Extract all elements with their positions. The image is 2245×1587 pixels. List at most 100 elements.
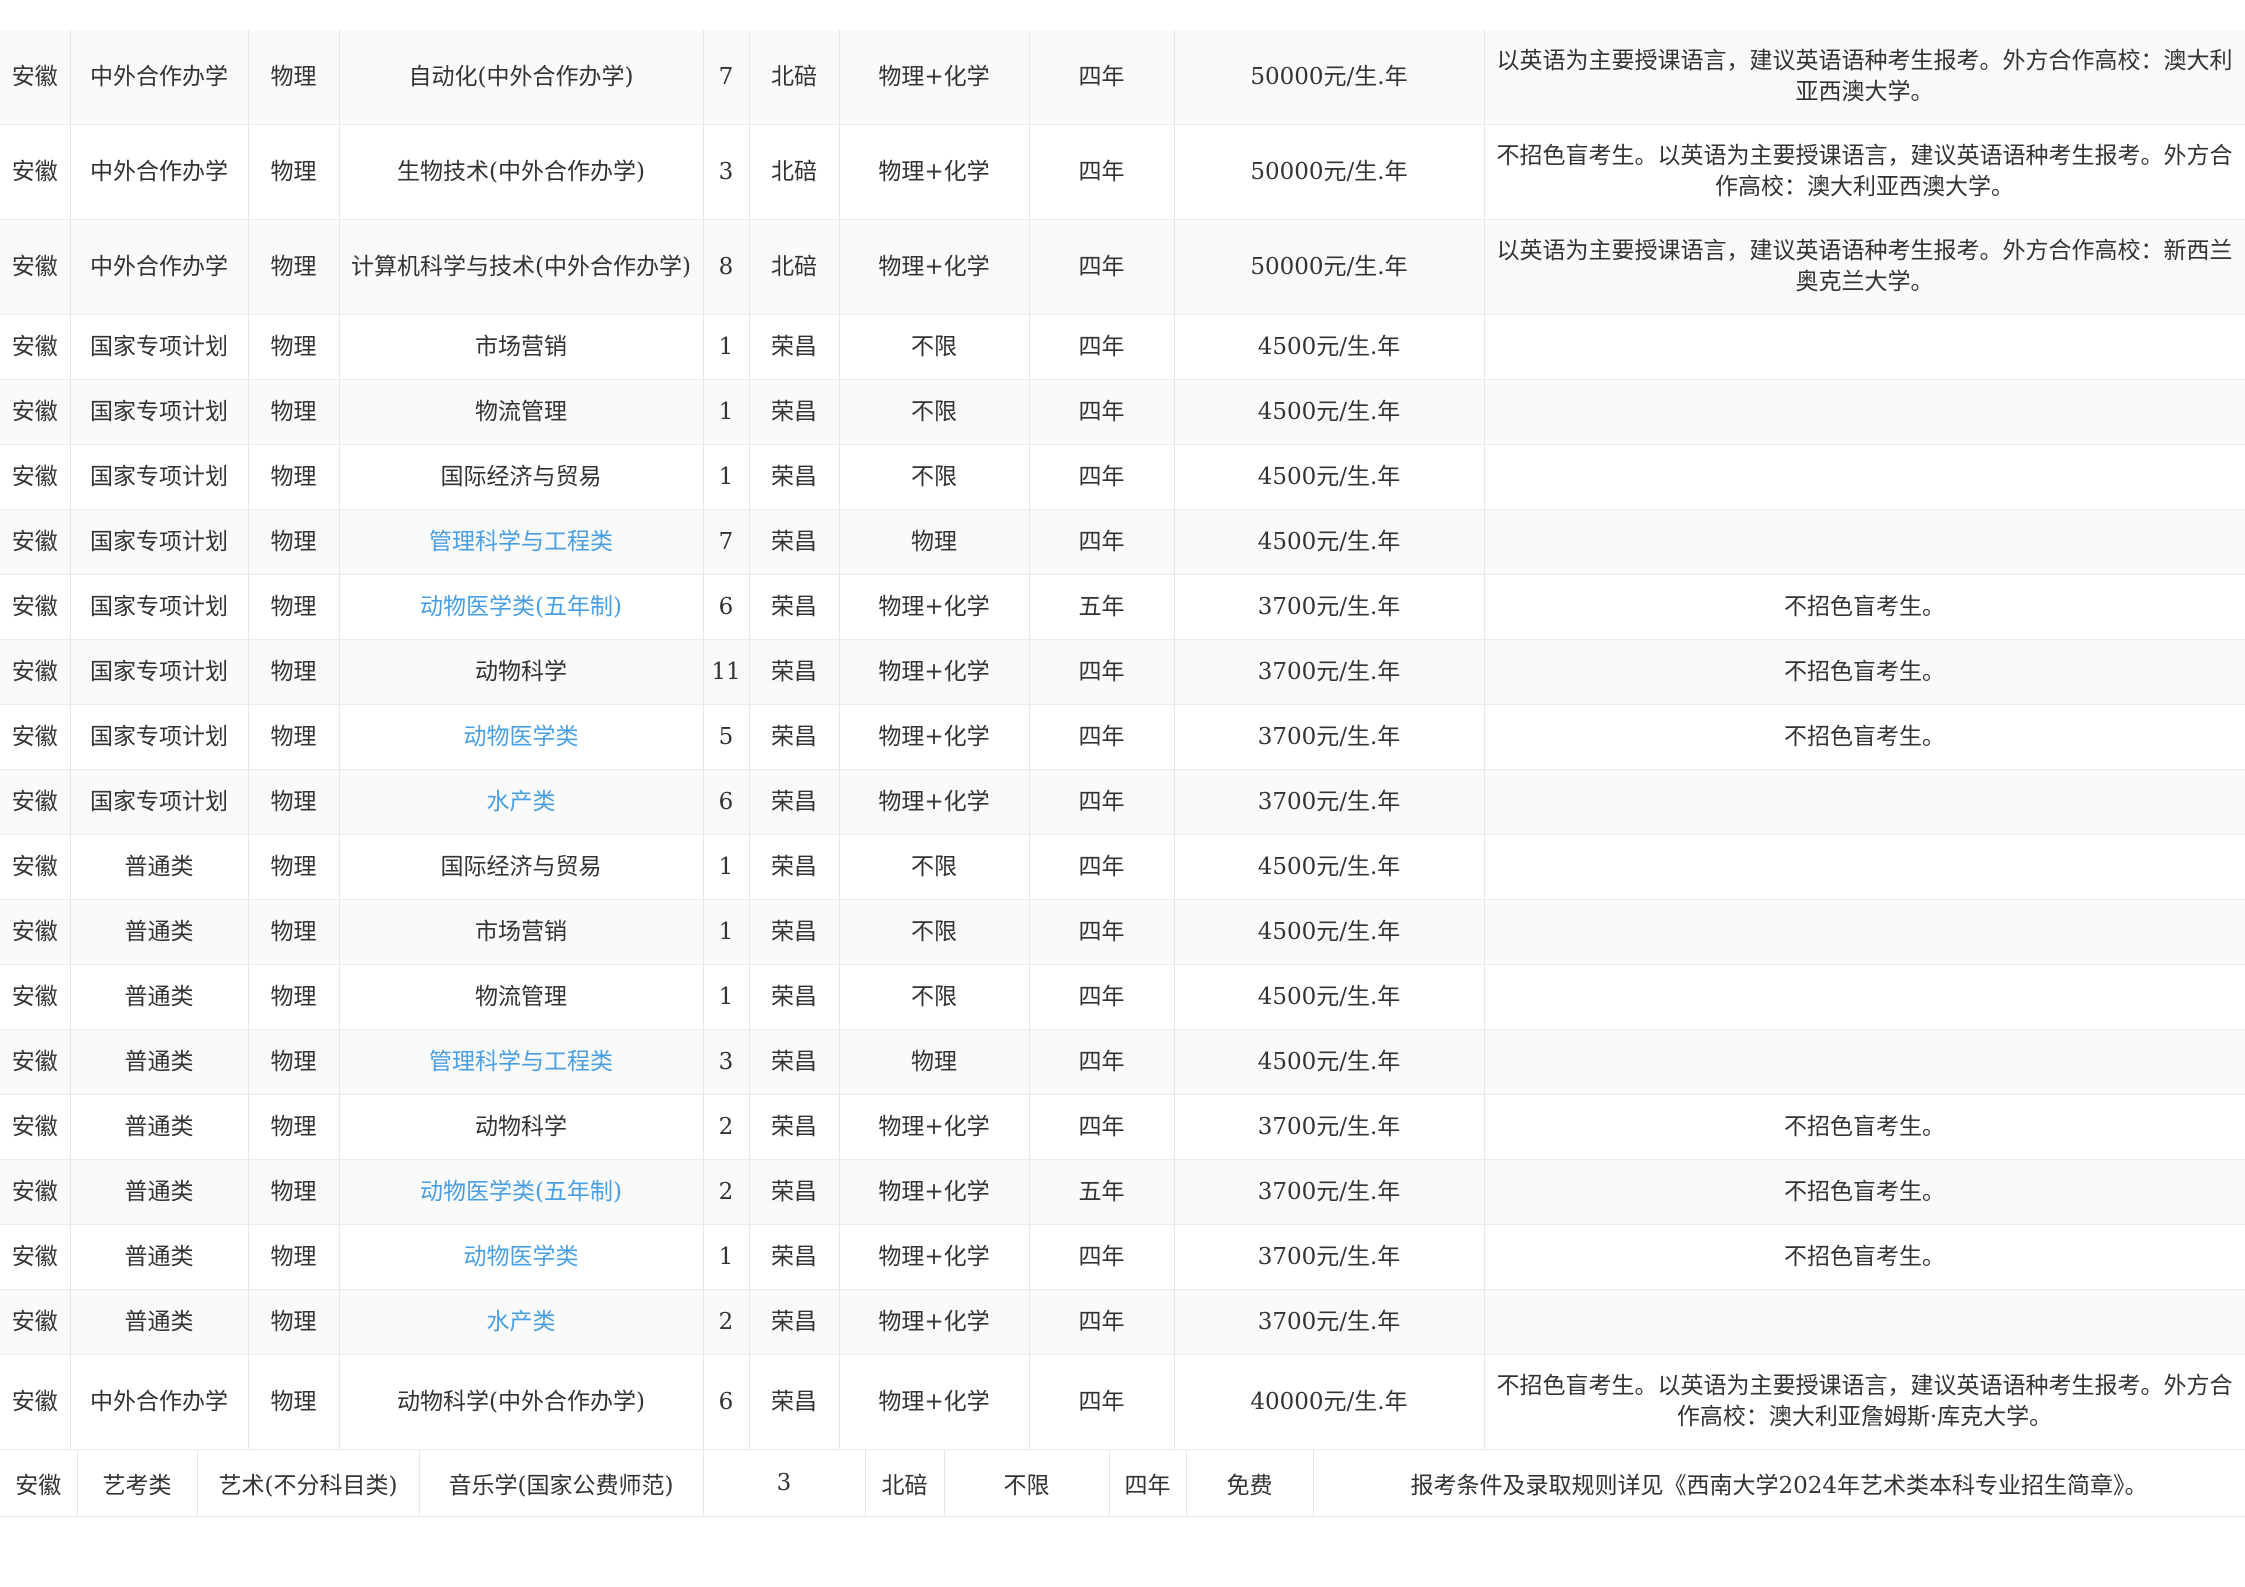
fee-cell: 4500元/生.年: [1174, 444, 1485, 510]
major-cell[interactable]: 动物医学类: [339, 704, 704, 770]
duration-cell: 四年: [1029, 509, 1175, 575]
note-cell: 以英语为主要授课语言，建议英语语种考生报考。外方合作高校：新西兰奥克兰大学。: [1484, 219, 2245, 315]
table-row: 安徽 普通类 物理 国际经济与贸易 1 荣昌 不限 四年 4500元/生.年: [0, 834, 2245, 900]
admission-plan-page: 安徽 中外合作办学 物理 自动化(中外合作办学) 7 北碚 物理+化学 四年 50000元/生.…: [0, 30, 2245, 1517]
duration-cell: 四年: [1029, 1289, 1175, 1355]
major-link[interactable]: 动物医学类(五年制): [420, 594, 622, 620]
category-cell: 普通类: [70, 1224, 249, 1290]
note-cell: 不招色盲考生。: [1484, 1094, 2245, 1160]
province-cell: 安徽: [0, 314, 71, 380]
major-link[interactable]: 动物医学类: [464, 1244, 579, 1270]
duration-cell: 四年: [1029, 899, 1175, 965]
duration-cell: 五年: [1029, 574, 1175, 640]
art-subject: 艺术(不分科目类): [197, 1450, 420, 1517]
note-cell: [1484, 314, 2245, 380]
major-link[interactable]: 水产类: [487, 1309, 556, 1335]
province-cell: 安徽: [0, 124, 71, 220]
note-cell: [1484, 1289, 2245, 1355]
table-row: 安徽 中外合作办学 物理 动物科学(中外合作办学) 6 荣昌 物理+化学 四年 40000元/生…: [0, 1354, 2245, 1450]
category-cell: 普通类: [70, 1029, 249, 1095]
province-cell: 安徽: [0, 964, 71, 1030]
art-province: 安徽: [0, 1450, 78, 1517]
table-row: 安徽 普通类 物理 物流管理 1 荣昌 不限 四年 4500元/生.年: [0, 964, 2245, 1030]
major-cell: 自动化(中外合作办学): [339, 30, 704, 125]
major-link[interactable]: 管理科学与工程类: [429, 529, 613, 555]
province-cell: 安徽: [0, 1289, 71, 1355]
fee-cell: 50000元/生.年: [1174, 124, 1485, 220]
subject-cell: 物理: [248, 444, 340, 510]
requirement-cell: 物理: [839, 509, 1030, 575]
count-cell: 3: [703, 1029, 750, 1095]
major-cell[interactable]: 水产类: [339, 1289, 704, 1355]
province-cell: 安徽: [0, 509, 71, 575]
campus-cell: 荣昌: [749, 444, 840, 510]
fee-cell: 3700元/生.年: [1174, 1159, 1485, 1225]
table-row: 安徽 中外合作办学 物理 计算机科学与技术(中外合作办学) 8 北碚 物理+化学 四年 5000…: [0, 219, 2245, 315]
table-row: 安徽 国家专项计划 物理 市场营销 1 荣昌 不限 四年 4500元/生.年: [0, 314, 2245, 380]
category-cell: 中外合作办学: [70, 1354, 249, 1450]
fee-cell: 3700元/生.年: [1174, 1289, 1485, 1355]
province-cell: 安徽: [0, 1354, 71, 1450]
subject-cell: 物理: [248, 219, 340, 315]
campus-cell: 荣昌: [749, 574, 840, 640]
campus-cell: 荣昌: [749, 1289, 840, 1355]
major-cell[interactable]: 管理科学与工程类: [339, 509, 704, 575]
note-cell: [1484, 509, 2245, 575]
art-plan-table: 安徽 艺考类 艺术(不分科目类) 音乐学(国家公费师范) 3 北碚 不限 四年 …: [0, 1450, 2245, 1517]
major-cell[interactable]: 管理科学与工程类: [339, 1029, 704, 1095]
duration-cell: 四年: [1029, 314, 1175, 380]
major-cell: 物流管理: [339, 964, 704, 1030]
requirement-cell: 不限: [839, 314, 1030, 380]
major-cell[interactable]: 动物医学类(五年制): [339, 574, 704, 640]
major-cell: 计算机科学与技术(中外合作办学): [339, 219, 704, 315]
table-row: 安徽 普通类 物理 动物医学类 1 荣昌 物理+化学 四年 3700元/生.年 不招色盲考生。: [0, 1224, 2245, 1290]
subject-cell: 物理: [248, 314, 340, 380]
duration-cell: 四年: [1029, 219, 1175, 315]
duration-cell: 五年: [1029, 1159, 1175, 1225]
table-row: 安徽 普通类 物理 管理科学与工程类 3 荣昌 物理 四年 4500元/生.年: [0, 1029, 2245, 1095]
count-cell: 1: [703, 899, 750, 965]
note-cell: 不招色盲考生。: [1484, 704, 2245, 770]
major-cell[interactable]: 水产类: [339, 769, 704, 835]
province-cell: 安徽: [0, 704, 71, 770]
category-cell: 国家专项计划: [70, 509, 249, 575]
count-cell: 2: [703, 1094, 750, 1160]
note-cell: 不招色盲考生。: [1484, 639, 2245, 705]
table-row: 安徽 国家专项计划 物理 物流管理 1 荣昌 不限 四年 4500元/生.年: [0, 379, 2245, 445]
fee-cell: 3700元/生.年: [1174, 574, 1485, 640]
count-cell: 1: [703, 834, 750, 900]
campus-cell: 荣昌: [749, 314, 840, 380]
campus-cell: 荣昌: [749, 769, 840, 835]
province-cell: 安徽: [0, 1029, 71, 1095]
major-link[interactable]: 动物医学类: [464, 724, 579, 750]
duration-cell: 四年: [1029, 964, 1175, 1030]
major-link[interactable]: 动物医学类(五年制): [420, 1179, 622, 1205]
subject-cell: 物理: [248, 1354, 340, 1450]
major-link[interactable]: 管理科学与工程类: [429, 1049, 613, 1075]
province-cell: 安徽: [0, 30, 71, 125]
campus-cell: 荣昌: [749, 1354, 840, 1450]
subject-cell: 物理: [248, 574, 340, 640]
category-cell: 普通类: [70, 1159, 249, 1225]
major-cell[interactable]: 动物医学类(五年制): [339, 1159, 704, 1225]
art-fee: 免费: [1186, 1450, 1314, 1517]
count-cell: 6: [703, 769, 750, 835]
category-cell: 普通类: [70, 1094, 249, 1160]
art-count: 3: [703, 1450, 866, 1517]
major-link[interactable]: 水产类: [487, 789, 556, 815]
subject-cell: 物理: [248, 769, 340, 835]
subject-cell: 物理: [248, 30, 340, 125]
subject-cell: 物理: [248, 379, 340, 445]
requirement-cell: 物理+化学: [839, 30, 1030, 125]
table-row: 安徽 中外合作办学 物理 自动化(中外合作办学) 7 北碚 物理+化学 四年 50000元/生.…: [0, 30, 2245, 125]
art-duration: 四年: [1109, 1450, 1187, 1517]
count-cell: 2: [703, 1289, 750, 1355]
table-row: 安徽 普通类 物理 动物科学 2 荣昌 物理+化学 四年 3700元/生.年 不招色盲考生。: [0, 1094, 2245, 1160]
major-cell[interactable]: 动物医学类: [339, 1224, 704, 1290]
requirement-cell: 不限: [839, 899, 1030, 965]
note-cell: 不招色盲考生。以英语为主要授课语言，建议英语语种考生报考。外方合作高校：澳大利亚…: [1484, 124, 2245, 220]
campus-cell: 荣昌: [749, 509, 840, 575]
province-cell: 安徽: [0, 639, 71, 705]
province-cell: 安徽: [0, 1159, 71, 1225]
requirement-cell: 物理: [839, 1029, 1030, 1095]
